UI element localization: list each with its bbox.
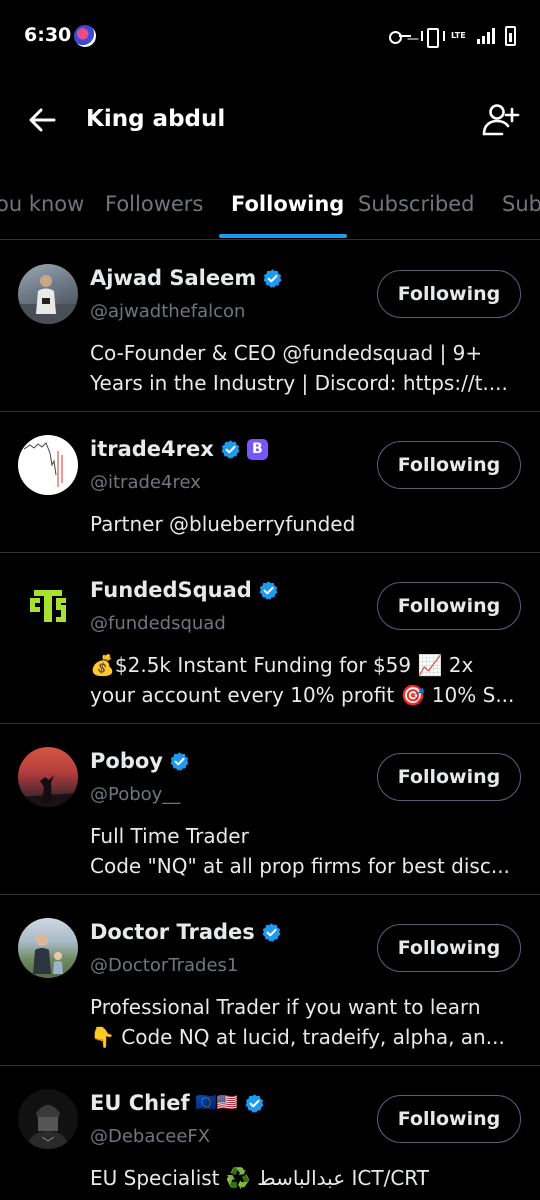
following-button[interactable]: Following: [377, 270, 521, 318]
account-name[interactable]: itrade4rex: [90, 437, 214, 461]
account-name[interactable]: Ajwad Saleem: [90, 266, 256, 290]
avatar[interactable]: [18, 264, 78, 324]
account-handle: @ajwadthefalcon: [90, 301, 246, 322]
battery-icon: [505, 26, 516, 46]
tab-followers-you-know[interactable]: ou know: [0, 192, 84, 216]
avatar[interactable]: [18, 747, 78, 807]
signal-icon: [477, 28, 495, 44]
status-time: 6:30: [24, 24, 72, 46]
verified-badge-icon: [258, 580, 279, 601]
person-photo-icon: [18, 275, 78, 324]
lte-label: LTE: [451, 31, 466, 40]
tab-subscriptions[interactable]: Sub: [502, 192, 540, 216]
back-button[interactable]: [24, 102, 60, 138]
tab-subscribed[interactable]: Subscribed: [358, 192, 475, 216]
account-name[interactable]: Poboy: [90, 749, 163, 773]
verified-badge-icon: [244, 1093, 265, 1114]
avatar[interactable]: [18, 918, 78, 978]
silhouette-photo-icon: [18, 775, 78, 807]
list-item[interactable]: Doctor Trades @DoctorTrades1 Following P…: [0, 895, 540, 1066]
account-bio: Co-Founder & CEO @fundedsquad | 9+ Years…: [90, 341, 508, 395]
active-tab-indicator: [219, 234, 347, 238]
list-item[interactable]: itrade4rex B @itrade4rex Following Partn…: [0, 412, 540, 553]
account-handle: @DoctorTrades1: [90, 955, 239, 976]
affiliate-badge-icon: B: [246, 438, 268, 460]
arrow-left-icon: [29, 108, 56, 132]
avatar[interactable]: [18, 1089, 78, 1149]
chart-avatar-icon: [23, 442, 63, 487]
following-button[interactable]: Following: [377, 1095, 521, 1143]
account-bio: Partner @blueberryfunded: [90, 512, 356, 536]
account-handle: @itrade4rex: [90, 472, 201, 493]
avatar[interactable]: [18, 435, 78, 495]
app-notification-icon: [74, 25, 96, 47]
follow-user-button[interactable]: [480, 100, 520, 140]
tab-followers[interactable]: Followers: [105, 192, 203, 216]
verified-badge-icon: [169, 751, 190, 772]
account-bio: Professional Trader if you want to learn…: [90, 995, 505, 1049]
avatar[interactable]: [18, 576, 78, 636]
tab-following[interactable]: Following: [231, 192, 344, 216]
masked-figure-photo-icon: [26, 1105, 70, 1149]
account-name[interactable]: EU Chief: [90, 1091, 190, 1115]
vibrate-icon: [421, 27, 445, 48]
account-bio: Full Time Trader Code "NQ" at all prop f…: [90, 824, 510, 878]
account-name[interactable]: FundedSquad: [90, 578, 252, 602]
following-list: Ajwad Saleem @ajwadthefalcon Following C…: [0, 241, 540, 1200]
fundedsquad-logo-icon: [30, 590, 66, 622]
account-bio: EU Specialist ♻️ عبدالباسط ICT/CRT: [90, 1166, 429, 1190]
account-name[interactable]: Doctor Trades: [90, 920, 255, 944]
account-handle: @Poboy__: [90, 784, 181, 805]
list-item[interactable]: Poboy @Poboy__ Following Full Time Trade…: [0, 724, 540, 895]
account-handle: @DebaceeFX: [90, 1126, 211, 1147]
page-title: King abdul: [86, 106, 226, 132]
header: King abdul: [0, 88, 540, 152]
flags: 🇪🇺🇺🇸: [195, 1093, 238, 1113]
verified-badge-icon: [220, 439, 241, 460]
account-bio: 💰$2.5k Instant Funding for $59 📈 2x your…: [90, 653, 515, 707]
verified-badge-icon: [262, 268, 283, 289]
account-handle: @fundedsquad: [90, 613, 226, 634]
list-item[interactable]: FundedSquad @fundedsquad Following 💰$2.5…: [0, 553, 540, 724]
following-button[interactable]: Following: [377, 924, 521, 972]
following-button[interactable]: Following: [377, 441, 521, 489]
verified-badge-icon: [261, 922, 282, 943]
add-user-icon: [482, 104, 520, 136]
following-button[interactable]: Following: [377, 582, 521, 630]
list-item[interactable]: Ajwad Saleem @ajwadthefalcon Following C…: [0, 241, 540, 412]
tab-bar: ou know Followers Following Subscribed S…: [0, 170, 540, 240]
status-bar: 6:30 LTE: [0, 0, 540, 72]
status-icons: LTE: [389, 26, 516, 48]
person-photo-icon: [33, 934, 63, 974]
following-button[interactable]: Following: [377, 753, 521, 801]
key-icon: [389, 30, 411, 44]
list-item[interactable]: EU Chief 🇪🇺🇺🇸 @DebaceeFX Following EU Sp…: [0, 1066, 540, 1200]
